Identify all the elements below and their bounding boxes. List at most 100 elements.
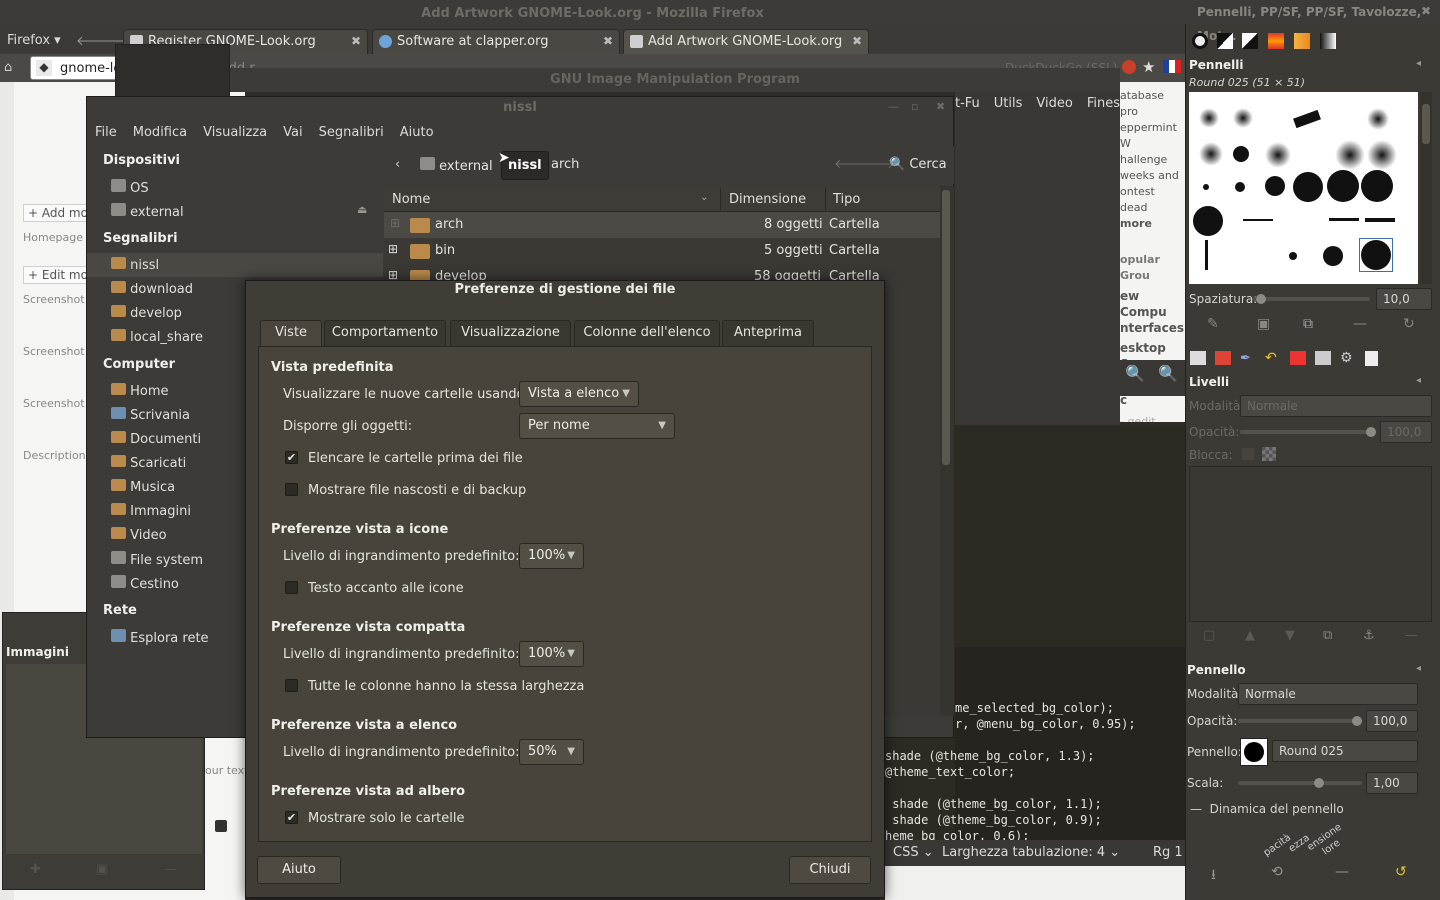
restore-options-icon[interactable]: ⟲ — [1271, 864, 1283, 880]
firefox-menu-button[interactable]: Firefox ▾ — [7, 33, 61, 48]
file-row[interactable]: ⊞ bin 5 oggetti Cartella — [384, 238, 940, 264]
arrange-select[interactable]: Per nome ▼ — [519, 413, 675, 439]
sidebar-item-download[interactable]: download — [111, 281, 193, 297]
colors-tab-icon[interactable] — [1290, 351, 1306, 365]
expand-icon[interactable]: ⊞ — [388, 242, 398, 256]
new-view-icon[interactable]: ▣ — [96, 862, 108, 877]
help-button[interactable]: Aiuto — [257, 856, 341, 884]
tool-mode-select[interactable]: Normale — [1238, 683, 1418, 705]
breadcrumb-arch[interactable]: arch — [551, 157, 579, 172]
scale-spin[interactable]: 1,00 — [1366, 772, 1418, 794]
close-tab-icon[interactable]: ✖ — [351, 30, 361, 53]
tab-add-artwork[interactable]: Add Artwork GNOME-Look.org ✖ — [623, 29, 869, 54]
brush-swatch[interactable] — [1327, 170, 1359, 202]
selected-brush[interactable] — [1359, 238, 1393, 272]
compact-zoom-select[interactable]: 100% ▼ — [519, 641, 584, 667]
tool-opacity-slider[interactable] — [1238, 716, 1362, 726]
menu-help[interactable]: Aiuto — [400, 125, 434, 140]
tab-menu-icon[interactable]: ◂ — [1416, 58, 1421, 69]
chevron-left-icon[interactable]: ‹ — [395, 157, 400, 172]
brush-swatch[interactable] — [1205, 240, 1208, 270]
brush-swatch[interactable] — [1365, 218, 1395, 222]
brush-swatch[interactable] — [1335, 140, 1365, 170]
menu-go[interactable]: Vai — [283, 125, 302, 140]
sidebar-item-videos[interactable]: Video — [111, 527, 167, 543]
site-identity-icon[interactable]: ◆ — [36, 60, 52, 76]
file-row[interactable]: ⊞ arch 8 oggetti Cartella — [384, 212, 940, 238]
channels-tab-icon[interactable] — [1215, 351, 1231, 365]
layer-opacity-slider[interactable] — [1240, 427, 1376, 437]
scale-slider[interactable] — [1238, 778, 1362, 788]
anchor-layer-icon[interactable]: ⚓ — [1363, 628, 1375, 643]
brush-swatch[interactable] — [1235, 182, 1245, 192]
histogram-tab-icon[interactable] — [1315, 351, 1331, 365]
tab-preview[interactable]: Anteprima — [722, 320, 814, 346]
close-tab-icon[interactable]: ✖ — [852, 30, 862, 53]
brush-swatch[interactable] — [1323, 246, 1343, 266]
new-brush-icon[interactable]: ▣ — [1257, 316, 1270, 332]
undo-tab-icon[interactable]: ↶ — [1265, 350, 1277, 366]
home-icon[interactable]: ⌂ — [4, 60, 22, 76]
tool-options-tab-icon[interactable]: ⚙ — [1340, 350, 1353, 366]
icon-zoom-select[interactable]: 100% ▼ — [519, 543, 584, 569]
lock-alpha-icon[interactable] — [1262, 447, 1276, 461]
brush-swatch[interactable] — [1199, 108, 1219, 128]
expand-icon[interactable]: ⊞ — [388, 268, 398, 280]
breadcrumb-external[interactable]: external — [420, 157, 493, 174]
brush-swatch[interactable] — [1361, 170, 1393, 202]
search-button[interactable]: 🔍 Cerca — [889, 157, 947, 172]
brush-swatch[interactable] — [1293, 172, 1323, 202]
minimize-icon[interactable]: — — [888, 100, 899, 113]
sidebar-item-external[interactable]: external — [111, 203, 184, 220]
tab-width-selector[interactable]: Larghezza tabulazione: 4 ⌄ — [942, 845, 1120, 860]
sidebar-item-filesystem[interactable]: File system — [111, 551, 203, 568]
lower-layer-icon[interactable]: ▼ — [1285, 628, 1295, 643]
save-options-icon[interactable]: ⭳ — [1211, 864, 1216, 888]
gimp-menu-video[interactable]: Video — [1036, 96, 1072, 111]
show-hidden-checkbox[interactable] — [285, 483, 298, 496]
menu-view[interactable]: Visualizza — [203, 125, 267, 140]
delete-layer-icon[interactable]: — — [1405, 628, 1418, 643]
tab-views[interactable]: Viste — [260, 320, 322, 347]
folders-first-checkbox[interactable]: ✔ — [285, 451, 298, 464]
pattern-tab-icon[interactable] — [1217, 33, 1233, 49]
menu-edit[interactable]: Modifica — [133, 125, 187, 140]
layer-mode-select[interactable]: Normale — [1240, 395, 1432, 417]
list-zoom-select[interactable]: 50% ▼ — [519, 739, 584, 765]
sidebar-item-develop[interactable]: develop — [111, 305, 182, 321]
snippet-link[interactable]: more — [1120, 216, 1185, 232]
brush-swatch[interactable] — [1193, 206, 1223, 236]
reset-options-icon[interactable]: ↺ — [1395, 864, 1407, 880]
bookmark-star-icon[interactable]: ★ — [1142, 58, 1155, 76]
raise-image-icon[interactable]: ✚ — [30, 862, 41, 877]
tab-software[interactable]: Software at clapper.org ✖ — [372, 29, 620, 54]
brush-swatch[interactable] — [1233, 146, 1249, 162]
language-selector[interactable]: CSS ⌄ — [893, 845, 934, 860]
gimp-menu-scriptfu[interactable]: t-Fu — [955, 96, 980, 111]
language-flag-icon[interactable] — [1163, 60, 1181, 73]
close-button[interactable]: Chiudi — [789, 856, 871, 884]
sidebar-item-os[interactable]: OS — [111, 179, 149, 196]
sidebar-item-downloads[interactable]: Scaricati — [111, 455, 186, 471]
brush-grid[interactable] — [1189, 92, 1418, 284]
brush-swatch[interactable] — [1265, 176, 1285, 196]
spacing-spin[interactable]: 10,0 — [1376, 288, 1432, 310]
brush-swatch[interactable] — [1289, 252, 1297, 260]
gradient2-tab-icon[interactable] — [1320, 33, 1336, 49]
brush-swatch[interactable] — [1265, 142, 1291, 168]
menu-bookmarks[interactable]: Segnalibri — [319, 125, 384, 140]
tool-brush-name[interactable]: Round 025 — [1272, 740, 1418, 762]
sidebar-item-pictures[interactable]: Immagini — [111, 503, 191, 519]
same-width-checkbox[interactable] — [285, 679, 298, 692]
brush-preview[interactable] — [1240, 738, 1268, 766]
search-replace-icon[interactable]: 🔍 — [1158, 364, 1178, 383]
raise-layer-icon[interactable]: ▲ — [1245, 628, 1255, 643]
addon-icon[interactable] — [1122, 60, 1136, 74]
refresh-brush-icon[interactable]: ↻ — [1403, 316, 1415, 332]
brush-swatch[interactable] — [1199, 142, 1223, 166]
delete-brush-icon[interactable]: — — [1353, 316, 1367, 332]
close-icon[interactable]: ✖ — [936, 100, 945, 113]
close-tab-icon[interactable]: ✖ — [603, 30, 613, 53]
tab-list-columns[interactable]: Colonne dell'elenco — [574, 320, 720, 346]
brush-swatch[interactable] — [1243, 219, 1273, 221]
